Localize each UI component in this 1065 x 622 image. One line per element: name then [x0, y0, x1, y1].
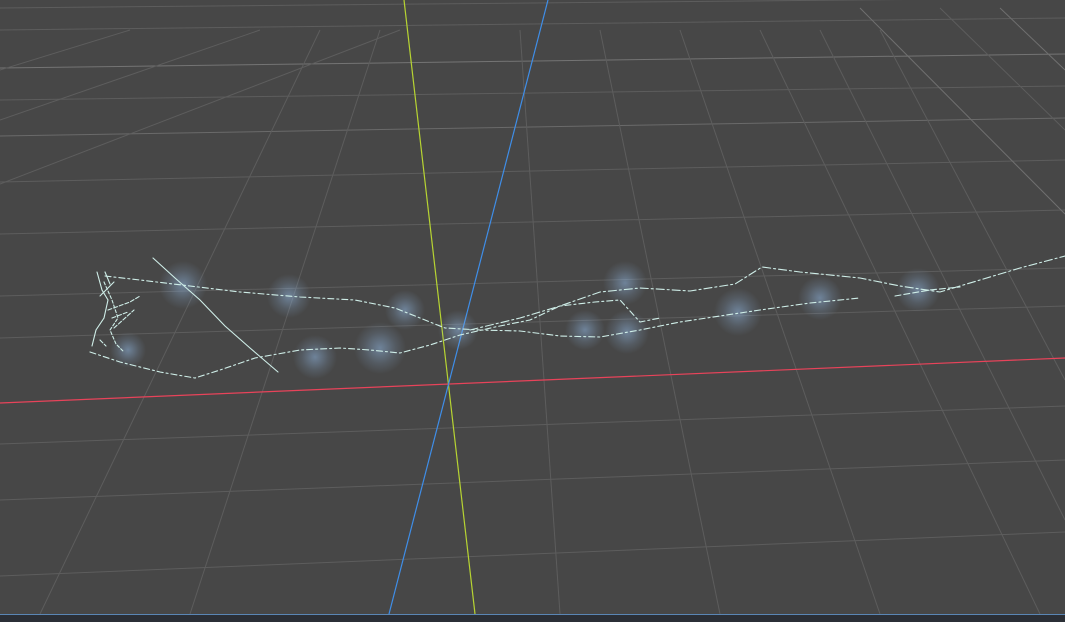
trajectory-marker-glow [110, 332, 146, 368]
trajectory-marker-glow [293, 335, 337, 379]
trajectory-marker-glow [798, 276, 842, 320]
3d-viewport[interactable] [0, 0, 1065, 614]
scene-canvas[interactable] [0, 0, 1065, 614]
trajectory-marker-glow [354, 322, 406, 374]
trajectory-marker-glow [603, 261, 647, 305]
trajectory-marker-glow [565, 310, 605, 350]
trajectory-marker-glow [385, 290, 425, 330]
trajectory-marker-glow [714, 288, 762, 336]
status-bar [0, 614, 1065, 622]
